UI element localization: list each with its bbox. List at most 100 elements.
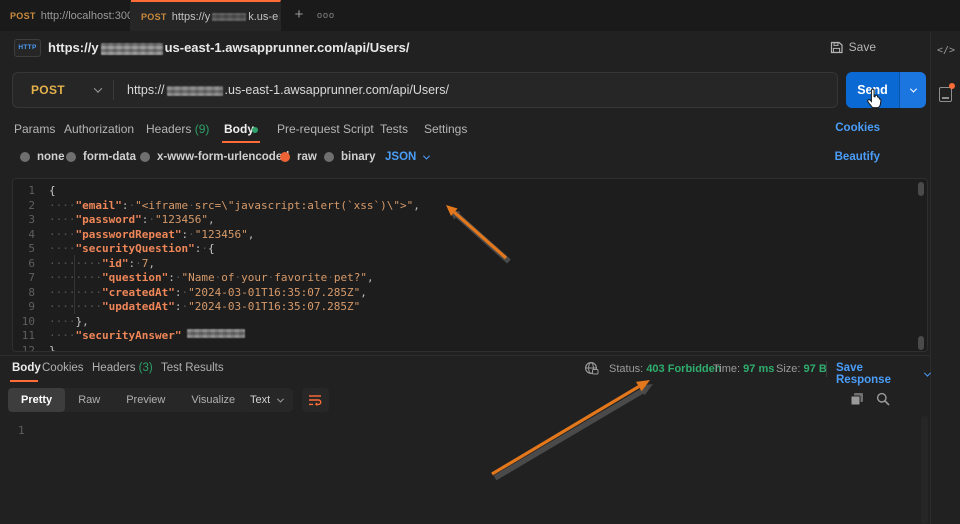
view-raw[interactable]: Raw [65,388,113,412]
code-line: 2····"email":·"<iframe·src=\"javascript:… [19,199,927,214]
save-label: Save [849,40,876,54]
tab-pre-request-script[interactable]: Pre-request Script [277,122,374,136]
chevron-down-icon [909,85,916,92]
tab-body[interactable]: Body [224,122,254,136]
tab-settings[interactable]: Settings [424,122,467,136]
indent-guide [74,255,75,314]
http-method-badge-icon: HTTP [14,39,41,57]
active-tab-underline [10,380,38,382]
cookies-link[interactable]: Cookies [835,122,880,134]
radio-none[interactable]: none [20,151,64,163]
wrap-lines-button[interactable] [302,388,329,412]
code-line: 7········"question":·"Name·of·your·favor… [19,271,927,286]
code-line: 4····"passwordRepeat":·"123456", [19,228,927,243]
tab-options-button[interactable]: ooo [314,4,338,26]
view-visualize[interactable]: Visualize [178,388,248,412]
code-line: 6········"id":·7, [19,257,927,272]
redacted-text [101,43,163,55]
right-sidebar: </> [930,31,960,524]
notification-dot-icon [949,83,955,89]
radio-icon [140,152,150,162]
body-type-row: none form-data x-www-form-urlencoded raw… [0,148,930,170]
editor-scrollbar-thumb[interactable] [918,182,924,196]
chevron-down-icon [423,152,430,159]
send-options-button[interactable] [899,72,926,108]
request-tab-bar: POST http://localhost:3000/ap POST https… [0,0,960,31]
tab-url-label: http://localhost:3000/ap [41,10,131,22]
tab-headers[interactable]: Headers (9) [146,122,209,136]
status-value: 403 Forbidden [646,363,721,375]
tab-method-label: POST [10,11,36,21]
view-pretty[interactable]: Pretty [8,388,65,412]
radio-icon [66,152,76,162]
radio-binary[interactable]: binary [324,151,376,163]
url-input[interactable]: https://.us-east-1.awsapprunner.com/api/… [127,73,449,107]
response-tab-headers[interactable]: Headers (3) [92,362,153,374]
request-tab-localhost[interactable]: POST http://localhost:3000/ap [0,0,131,31]
save-response-button[interactable]: Save Response [836,362,930,386]
redacted-text [187,329,245,338]
response-tabs: Body Cookies Headers (3) Test Results St… [0,356,930,382]
request-body-lines: 1{2····"email":·"<iframe·src=\"javascrip… [19,184,927,352]
redacted-text [167,86,223,96]
wrap-lines-icon [308,394,323,406]
tab-tests[interactable]: Tests [380,122,408,136]
code-line: 8········"createdAt":·"2024-03-01T16:35:… [19,286,927,301]
radio-icon [20,152,30,162]
status-field: Status: 403 Forbidden [609,363,722,375]
search-icon[interactable] [876,392,890,406]
radio-x-www-form-urlencoded[interactable]: x-www-form-urlencoded [140,151,289,163]
view-preview[interactable]: Preview [113,388,178,412]
beautify-link[interactable]: Beautify [835,151,880,163]
redacted-text [212,13,246,21]
radio-icon [324,152,334,162]
chevron-down-icon [277,395,284,402]
size-value: 97 B [804,363,827,375]
tab-params[interactable]: Params [14,122,55,136]
request-tab-awsapprunner[interactable]: POST https://yk.us-e [131,0,281,31]
response-tab-cookies[interactable]: Cookies [42,362,84,374]
request-body-editor[interactable]: 1{2····"email":·"<iframe·src=\"javascrip… [12,178,928,352]
response-body-editor[interactable]: 1 [12,416,928,524]
code-snippet-icon[interactable]: </> [931,45,960,56]
response-view-row: Pretty Raw Preview Visualize Text [0,388,930,412]
view-mode-control: Pretty Raw Preview Visualize [8,388,248,412]
size-field: Size: 97 B [776,363,827,375]
response-format-select[interactable]: Text [240,388,293,412]
tab-authorization[interactable]: Authorization [64,122,134,136]
method-select[interactable]: POST [31,73,65,107]
divider [113,80,114,100]
response-scrollbar[interactable] [921,416,928,524]
code-line: 1{ [19,184,927,199]
request-header: HTTP https://yus-east-1.awsapprunner.com… [0,31,930,66]
headers-count-badge: (9) [195,122,210,136]
new-tab-button[interactable]: + [288,4,310,26]
send-button[interactable]: Send [846,72,899,108]
code-line: 9········"updatedAt":·"2024-03-01T16:35:… [19,300,927,315]
code-line: 5····"securityQuestion":·{ [19,242,927,257]
response-tab-test-results[interactable]: Test Results [161,362,224,374]
response-line-number: 1 [18,424,25,437]
radio-icon-selected [280,152,290,162]
save-button[interactable]: Save [830,40,876,54]
code-line: 11····"securityAnswer" [19,329,927,344]
documentation-icon[interactable] [939,87,952,102]
response-headers-count-badge: (3) [139,362,153,374]
radio-raw[interactable]: raw [280,151,317,163]
code-line: 3····"password":·"123456", [19,213,927,228]
divider [826,361,827,377]
copy-icon[interactable] [850,392,864,406]
editor-scrollbar-mark [918,336,924,350]
floppy-save-icon [830,41,843,54]
radio-form-data[interactable]: form-data [66,151,136,163]
tab-method-label: POST [141,12,167,22]
send-button-group: Send [846,72,926,108]
format-select[interactable]: JSON [385,151,429,163]
active-tab-underline [222,141,260,143]
body-content-dot-icon [252,127,258,133]
postman-app-window: POST http://localhost:3000/ap POST https… [0,0,960,524]
network-globe-icon [584,361,599,376]
redacted-text [280,13,281,21]
response-tab-body[interactable]: Body [12,362,41,374]
time-value: 97 ms [743,363,774,375]
